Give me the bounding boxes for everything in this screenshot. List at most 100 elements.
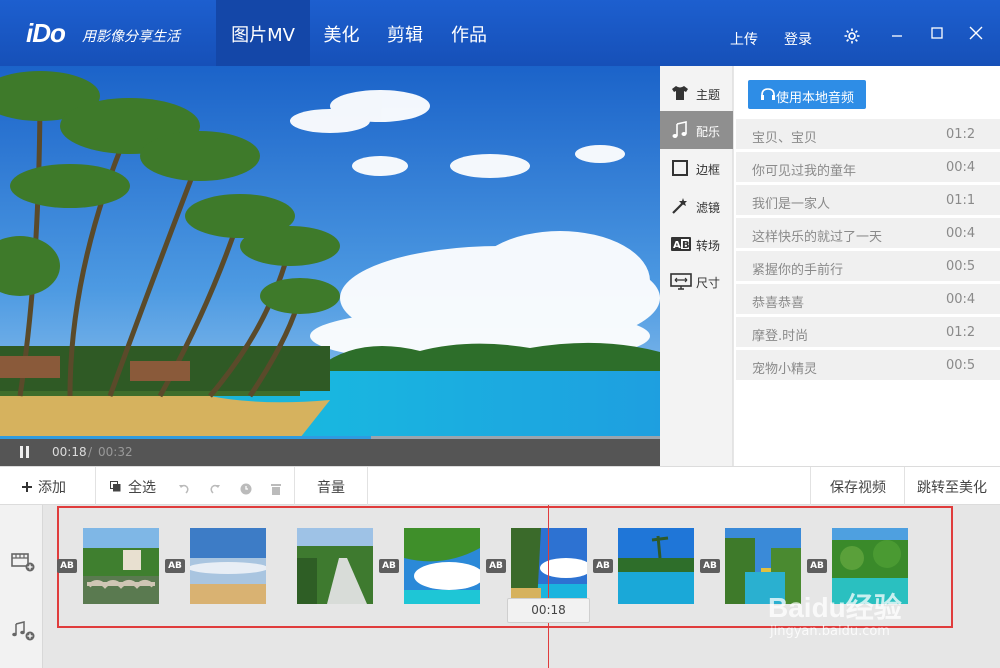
add-button[interactable]: 添加 xyxy=(22,477,66,497)
music-panel: 使用本地音频 宝贝、宝贝 01:2 你可见过我的童年 00:4 我们是一家人 01:1… xyxy=(734,66,1000,466)
song-name: 我们是一家人 xyxy=(752,197,831,212)
photo-clip-4[interactable] xyxy=(404,528,480,604)
total-time: 00:32 xyxy=(98,445,133,459)
transition-marker[interactable]: AB xyxy=(57,559,77,573)
add-label: 添加 xyxy=(38,480,66,496)
use-local-audio-button[interactable]: 使用本地音频 xyxy=(748,80,866,109)
tab-works[interactable]: 作品 xyxy=(437,0,501,66)
song-duration: 00:4 xyxy=(946,160,976,175)
transition-marker[interactable]: AB xyxy=(807,559,827,573)
sidebar-item-label: 尺寸 xyxy=(696,276,721,290)
transition-marker[interactable]: AB xyxy=(165,559,185,573)
timeline-track-headers xyxy=(0,505,43,668)
transition-marker[interactable]: AB xyxy=(593,559,613,573)
svg-text:A: A xyxy=(673,240,681,251)
undo-icon[interactable] xyxy=(178,480,190,494)
add-music-track-icon[interactable] xyxy=(11,621,35,645)
song-duration: 00:5 xyxy=(946,358,976,373)
minimize-icon[interactable] xyxy=(889,25,909,45)
photo-clip-1[interactable] xyxy=(83,528,159,604)
feature-sidebar: 主题 配乐 边框 滤镜 AB 转场 尺寸 xyxy=(660,66,733,466)
song-name: 恭喜恭喜 xyxy=(752,296,805,311)
toolbar-divider xyxy=(904,467,905,505)
close-icon[interactable] xyxy=(968,25,988,45)
clip-selection-frame: AB AB AB AB AB AB AB xyxy=(57,506,953,628)
song-item[interactable]: 宠物小精灵 00:5 xyxy=(736,350,1000,380)
settings-gear-icon[interactable] xyxy=(843,27,863,47)
song-duration: 01:2 xyxy=(946,325,976,340)
screen-size-icon xyxy=(670,271,692,291)
sidebar-item-label: 配乐 xyxy=(696,125,721,139)
add-video-track-icon[interactable] xyxy=(11,552,35,576)
sidebar-item-size[interactable]: 尺寸 xyxy=(660,262,733,300)
sidebar-item-frame[interactable]: 边框 xyxy=(660,149,733,187)
song-duration: 00:5 xyxy=(946,259,976,274)
headphones-icon xyxy=(761,88,775,100)
select-all-button[interactable]: 全选 xyxy=(110,477,156,497)
clock-icon[interactable] xyxy=(240,480,252,495)
song-item[interactable]: 宝贝、宝贝 01:2 xyxy=(736,119,1000,149)
playhead-time-label: 00:18 xyxy=(507,598,590,623)
tab-beautify[interactable]: 美化 xyxy=(310,0,373,66)
sidebar-item-transition[interactable]: AB 转场 xyxy=(660,225,733,263)
plus-icon xyxy=(22,482,32,492)
photo-clip-7[interactable] xyxy=(725,528,801,604)
select-all-label: 全选 xyxy=(128,480,156,496)
music-note-icon xyxy=(670,120,690,140)
delete-trash-icon[interactable] xyxy=(270,480,282,495)
use-local-audio-label: 使用本地音频 xyxy=(776,91,855,106)
maximize-icon[interactable] xyxy=(929,25,949,45)
sidebar-item-theme[interactable]: 主题 xyxy=(660,74,733,112)
photo-clip-8[interactable] xyxy=(832,528,908,604)
transition-marker[interactable]: AB xyxy=(700,559,720,573)
sidebar-item-filter[interactable]: 滤镜 xyxy=(660,187,733,225)
app-slogan: 用影像分享生活 xyxy=(82,29,180,45)
photo-clip-2[interactable] xyxy=(190,528,266,604)
photo-clip-6[interactable] xyxy=(618,528,694,604)
transition-marker[interactable]: AB xyxy=(486,559,506,573)
sidebar-item-label: 滤镜 xyxy=(696,201,721,215)
login-link[interactable]: 登录 xyxy=(784,29,812,49)
video-preview[interactable] xyxy=(0,66,660,438)
song-duration: 00:4 xyxy=(946,292,976,307)
tab-picture-mv[interactable]: 图片MV xyxy=(216,0,310,66)
toolbar-divider xyxy=(95,467,96,505)
save-video-button[interactable]: 保存视频 xyxy=(830,477,886,497)
sidebar-item-label: 主题 xyxy=(696,88,721,102)
volume-button[interactable]: 音量 xyxy=(317,477,345,497)
photo-clip-3[interactable] xyxy=(297,528,373,604)
redo-icon[interactable] xyxy=(209,480,221,494)
toolbar-divider xyxy=(294,467,295,505)
sidebar-item-music[interactable]: 配乐 xyxy=(660,111,733,149)
song-name: 紧握你的手前行 xyxy=(752,263,844,278)
toolbar-divider xyxy=(810,467,811,505)
transition-ab-icon: AB xyxy=(670,234,691,254)
frame-icon xyxy=(670,158,690,178)
song-duration: 01:2 xyxy=(946,127,976,142)
song-item[interactable]: 你可见过我的童年 00:4 xyxy=(736,152,1000,182)
timeline-playhead[interactable] xyxy=(548,505,549,668)
select-all-icon xyxy=(110,481,121,492)
song-item[interactable]: 这样快乐的就过了一天 00:4 xyxy=(736,218,1000,248)
time-separator: / xyxy=(88,445,93,459)
song-duration: 00:4 xyxy=(946,226,976,241)
tab-edit[interactable]: 剪辑 xyxy=(373,0,437,66)
magic-wand-icon xyxy=(670,196,690,216)
song-item[interactable]: 我们是一家人 01:1 xyxy=(736,185,1000,215)
transition-marker[interactable]: AB xyxy=(379,559,399,573)
edit-toolbar: 添加 全选 音量 保存视频 跳转至美化 xyxy=(0,466,1000,505)
song-name: 宠物小精灵 xyxy=(752,362,818,377)
title-bar: iDo 用影像分享生活 图片MV 美化 剪辑 作品 上传 登录 xyxy=(0,0,1000,66)
song-duration: 01:1 xyxy=(946,193,976,208)
current-time: 00:18 xyxy=(52,445,87,459)
song-item[interactable]: 摩登.时尚 01:2 xyxy=(736,317,1000,347)
pause-icon[interactable] xyxy=(19,446,31,459)
upload-link[interactable]: 上传 xyxy=(730,29,758,49)
photo-clip-5[interactable] xyxy=(511,528,587,604)
jump-to-beautify-button[interactable]: 跳转至美化 xyxy=(917,477,987,497)
song-name: 你可见过我的童年 xyxy=(752,164,857,179)
song-item[interactable]: 恭喜恭喜 00:4 xyxy=(736,284,1000,314)
timeline: AB AB AB AB AB AB AB 00:18 Baidu经验 jingy… xyxy=(0,505,1000,668)
song-item[interactable]: 紧握你的手前行 00:5 xyxy=(736,251,1000,281)
app-logo: iDo xyxy=(26,18,66,48)
